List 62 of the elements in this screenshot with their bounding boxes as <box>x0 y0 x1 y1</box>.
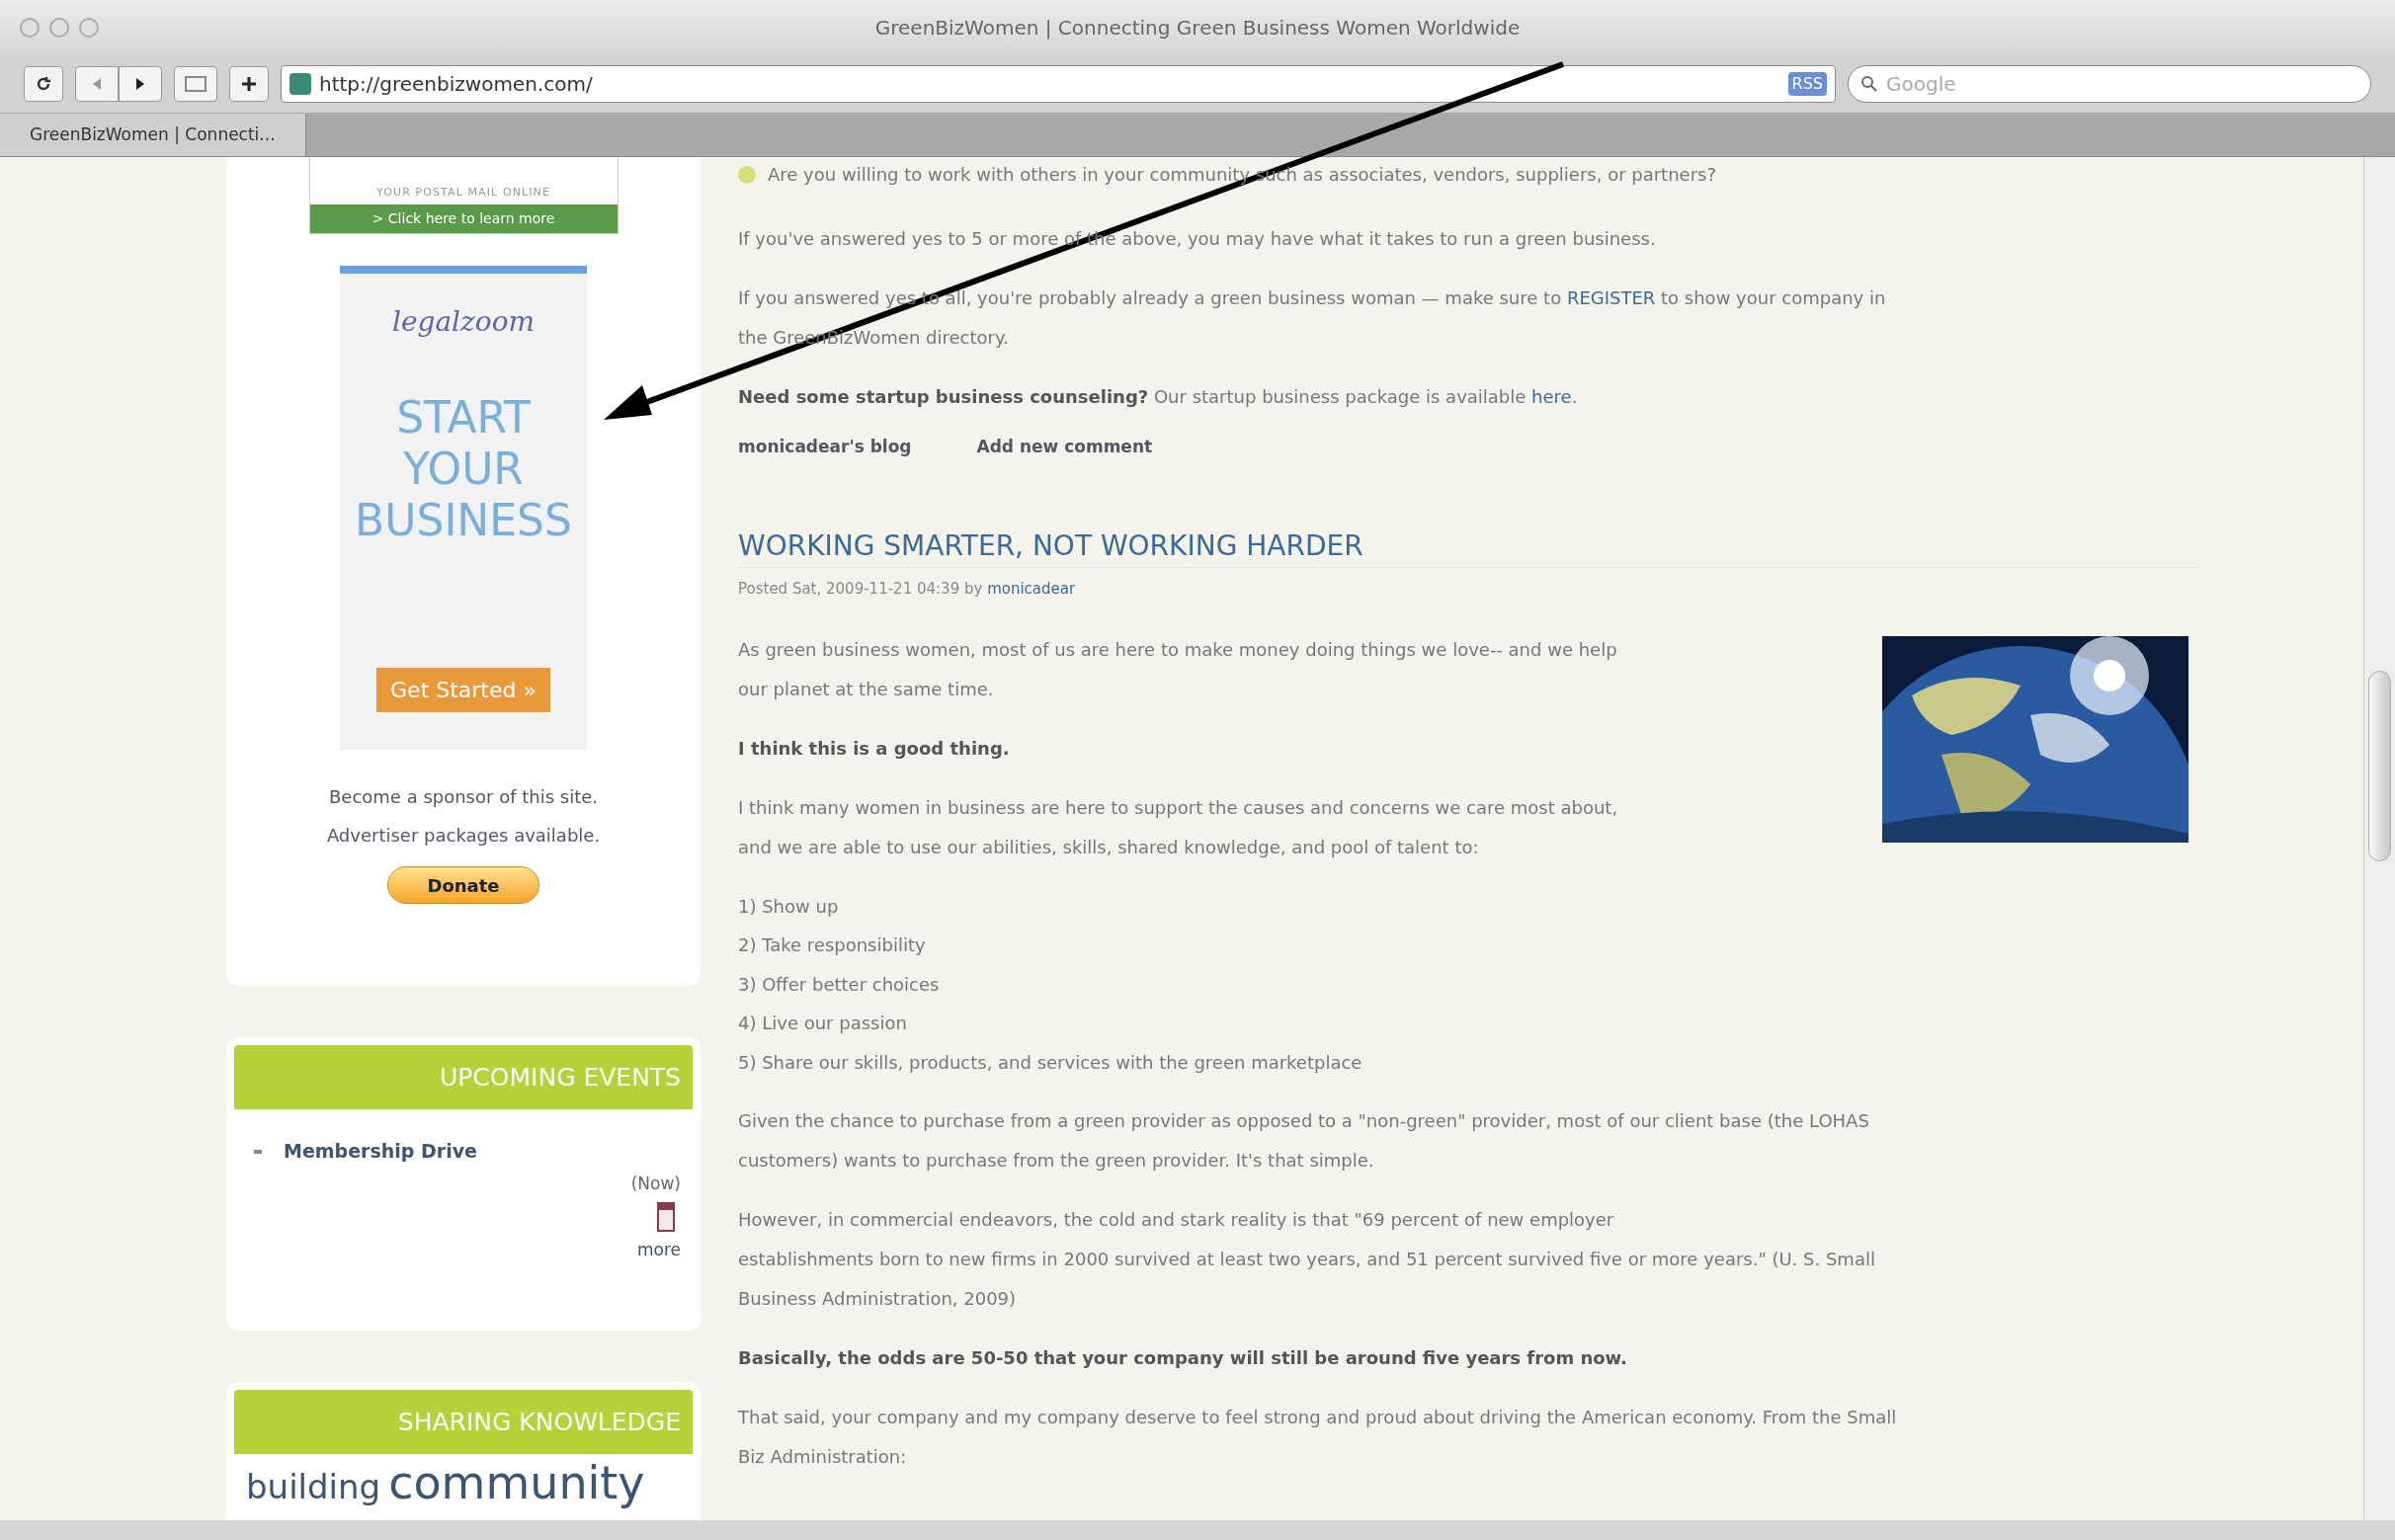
list-item: 5) Share our skills, products, and services with the green marketplace <box>738 1050 1363 1075</box>
paragraph: That said, your company and my company deserve to feel strong and proud about driving the American economy. From the Small Biz Administration: <box>738 1406 1898 1469</box>
scrollbar-thumb[interactable] <box>2368 671 2391 861</box>
panel-header: SHARING KNOWLEDGE <box>234 1389 693 1454</box>
search-icon <box>1860 74 1878 93</box>
post-link[interactable]: Add new comment <box>976 427 1153 466</box>
more-link[interactable]: more <box>636 1238 693 1263</box>
bullet-icon <box>254 1149 262 1154</box>
reload-button[interactable] <box>24 65 63 102</box>
author-link[interactable]: monicadear <box>987 580 1076 598</box>
checkmark-icon <box>738 166 756 184</box>
post-link[interactable]: monicadear's blog <box>738 427 912 466</box>
window-title: GreenBizWomen | Connecting Green Business Women Worldwide <box>873 14 1522 41</box>
paragraph: Basically, the odds are 50-50 that your company will still be around five years from now. <box>738 1346 1628 1370</box>
window-control-icon[interactable] <box>79 17 99 38</box>
window-control-icon[interactable] <box>20 17 40 38</box>
site-icon <box>289 72 311 95</box>
donate-button[interactable]: Donate <box>387 866 539 904</box>
rss-badge[interactable]: RSS <box>1787 71 1827 96</box>
url-text: http://greenbizwomen.com/ <box>319 70 593 98</box>
forward-icon <box>134 76 146 91</box>
sponsor-text: Become a sponsor of this site. <box>329 785 598 809</box>
paragraph: As green business women, most of us are here to make money doing things we love-- and we help our planet at the same time. <box>738 637 1618 701</box>
search-field[interactable]: Google <box>1848 64 2371 103</box>
paragraph: I think this is a good thing. <box>738 736 1011 761</box>
panel-header: UPCOMING EVENTS <box>234 1044 693 1110</box>
list-item: 3) Offer better choices <box>738 972 941 997</box>
screen-icon <box>185 75 206 92</box>
list-item: 1) Show up <box>738 894 840 919</box>
browser-tab[interactable]: GreenBizWomen | Connecti... <box>0 114 306 156</box>
event-link[interactable]: Membership Drive <box>284 1137 477 1166</box>
window-control-icon[interactable] <box>49 17 69 38</box>
sponsor-text: Advertiser packages available. <box>326 824 601 848</box>
banner-text: community <box>388 1458 645 1507</box>
snapback-button[interactable] <box>174 65 217 102</box>
paragraph: However, in commercial endeavors, the cold and stark reality is that "69 percent of new employer establishments born to new firms in 2000 survived at least two years, and 51 percent survived five or more years." (U. S. Small Business Administration, 2009) <box>738 1208 1876 1311</box>
post-title[interactable]: WORKING SMARTER, NOT WORKING HARDER <box>738 526 2200 568</box>
calendar-icon <box>657 1202 675 1233</box>
text-link[interactable]: REGISTER <box>1566 287 1656 308</box>
text-link[interactable]: here <box>1531 386 1572 407</box>
address-field[interactable]: http://greenbizwomen.com/ RSS <box>281 64 1836 103</box>
paragraph: I think many women in business are here to support the causes and concerns we care most about, and we are able to use our abilities, skills, shared knowledge, and pool of talent to: <box>738 795 1619 859</box>
paragraph: Given the chance to purchase from a green provider as opposed to a "non-green" provider, most of our client base (the LOHAS customers) wants to purchase from the green provider. It's that simple. <box>738 1109 1870 1173</box>
list-item: 2) Take responsibility <box>738 933 927 957</box>
list-item: 4) Live our passion <box>738 1012 908 1035</box>
event-time: (Now) <box>630 1172 682 1195</box>
ad-headline: BUSINESS <box>355 495 572 546</box>
paragraph: Need some startup business counseling? Our startup business package is available here. <box>738 385 1579 409</box>
legal-ad[interactable]: legalzoom START YOUR BUSINESS Get Started » <box>340 266 587 750</box>
ad-tagline: YOUR POSTAL MAIL ONLINE <box>375 184 551 201</box>
banner-text: building <box>246 1466 381 1508</box>
plus-icon <box>241 75 257 92</box>
ad-headline: YOUR <box>403 444 524 495</box>
forward-button[interactable] <box>119 65 162 102</box>
ad-headline: START <box>396 392 531 444</box>
reload-icon <box>35 74 52 93</box>
search-input[interactable]: Google <box>1886 68 2281 99</box>
ad-link[interactable]: > Click here to learn more <box>309 204 618 233</box>
back-icon <box>91 76 103 91</box>
post-meta: Posted Sat, 2009-11-21 04:39 by monicadear <box>738 579 1077 600</box>
add-bookmark-button[interactable] <box>229 65 269 102</box>
ad-logo: legalzoom <box>391 304 536 340</box>
